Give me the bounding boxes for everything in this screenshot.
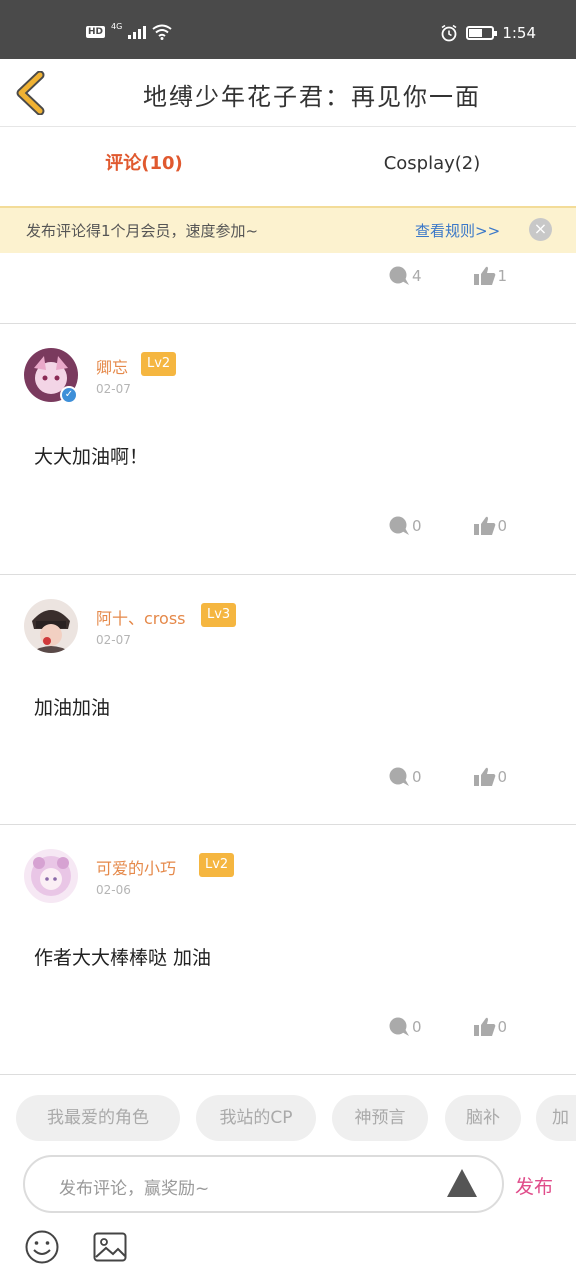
tag-chip[interactable]: 加 — [536, 1095, 576, 1141]
avatar[interactable] — [24, 849, 78, 903]
triangle-icon[interactable] — [447, 1169, 477, 1197]
comment-bubble-icon — [389, 1017, 409, 1036]
reply-button[interactable]: 0 — [388, 767, 422, 787]
tag-chip[interactable]: 脑补 — [445, 1095, 521, 1141]
tab-cosplay[interactable]: Cosplay(2) — [288, 127, 576, 206]
notice-text: 发布评论得1个月会员，速度参加~ — [26, 222, 259, 240]
title-bar: 地缚少年花子君：再见你一面 — [0, 59, 576, 127]
level-badge: Lv2 — [199, 853, 235, 877]
tag-chip[interactable]: 我最爱的角色 — [16, 1095, 180, 1141]
tag-chip[interactable]: 我站的CP — [196, 1095, 316, 1141]
username[interactable]: 阿十、cross — [96, 605, 186, 629]
avatar[interactable] — [24, 599, 78, 653]
like-button[interactable]: 0 — [473, 767, 508, 787]
thumbs-up-icon — [473, 767, 495, 786]
comment-text: 大大加油啊！ — [34, 446, 149, 468]
like-button[interactable]: 0 — [473, 516, 508, 536]
emoji-button[interactable] — [25, 1230, 59, 1264]
comment-item: ✓ 卿忘 Lv2 02-07 大大加油啊！ 0 0 — [0, 324, 576, 574]
reply-button[interactable]: 0 — [388, 516, 422, 536]
comment-bubble-icon — [389, 767, 409, 786]
battery-icon — [466, 26, 498, 40]
thumbs-up-icon — [473, 266, 495, 285]
username[interactable]: 可爱的小巧 — [96, 855, 176, 879]
comment-actions: 0 0 — [388, 765, 507, 789]
tag-chip[interactable]: 神预言 — [332, 1095, 428, 1141]
tab-bar: 评论(10) Cosplay(2) — [0, 127, 576, 206]
reply-count: 0 — [412, 768, 422, 786]
image-icon — [93, 1232, 127, 1262]
verified-badge-icon: ✓ — [60, 386, 78, 404]
page-title: 地缚少年花子君：再见你一面 — [143, 83, 481, 111]
image-button[interactable] — [93, 1232, 127, 1262]
like-count: 0 — [497, 768, 508, 786]
comment-item: 可爱的小巧 Lv2 02-06 作者大大棒棒哒 加油 0 0 — [0, 825, 576, 1075]
comment-actions: 0 0 — [388, 514, 507, 538]
comment-actions: 4 1 — [388, 264, 507, 288]
level-badge: Lv3 — [201, 603, 237, 627]
like-button[interactable]: 0 — [473, 1017, 508, 1037]
chevron-left-icon — [16, 70, 45, 116]
comment-input-placeholder: 发布评论，赢奖励~ — [59, 1179, 210, 1199]
thumbs-up-icon — [473, 516, 495, 535]
comment-bubble-icon — [389, 516, 409, 535]
reply-button[interactable]: 0 — [388, 1017, 422, 1037]
signal-icon — [128, 25, 147, 39]
comment-date: 02-07 — [96, 382, 131, 396]
notice-banner: 发布评论得1个月会员，速度参加~ 查看规则>> × — [0, 206, 576, 253]
hd-badge: HD — [86, 26, 106, 38]
comment-bubble-icon — [389, 266, 409, 285]
smiley-icon — [25, 1230, 59, 1264]
like-count: 0 — [497, 517, 508, 535]
comment-input[interactable]: 发布评论，赢奖励~ — [23, 1155, 504, 1213]
comment-date: 02-06 — [96, 883, 131, 897]
comment-item: 阿十、cross Lv3 02-07 加油加油 0 0 — [0, 575, 576, 825]
divider — [0, 1074, 576, 1075]
alarm-icon — [441, 24, 457, 42]
like-count: 1 — [497, 267, 508, 285]
wifi-icon — [152, 24, 172, 40]
publish-button[interactable]: 发布 — [515, 1172, 553, 1199]
comment-text: 作者大大棒棒哒 加油 — [34, 947, 212, 969]
tab-comments[interactable]: 评论(10) — [0, 127, 288, 206]
quick-tag-row: 我最爱的角色 我站的CP 神预言 脑补 加 — [0, 1095, 576, 1141]
back-button[interactable] — [14, 70, 48, 116]
level-badge: Lv2 — [141, 352, 177, 376]
close-icon[interactable]: × — [529, 218, 552, 241]
network-type: 4G — [111, 21, 123, 31]
clock: 1:54 — [502, 24, 536, 42]
status-bar: HD 4G 1:54 — [0, 0, 576, 59]
like-button[interactable]: 1 — [473, 266, 508, 286]
username[interactable]: 卿忘 — [96, 354, 128, 378]
thumbs-up-icon — [473, 1017, 495, 1036]
reply-button[interactable]: 4 — [388, 266, 422, 286]
like-count: 0 — [497, 1018, 508, 1036]
comment-date: 02-07 — [96, 633, 131, 647]
reply-count: 0 — [412, 517, 422, 535]
reply-count: 0 — [412, 1018, 422, 1036]
view-rules-link[interactable]: 查看规则>> — [415, 220, 500, 241]
comment-text: 加油加油 — [34, 697, 111, 719]
comment-actions: 0 0 — [388, 1015, 507, 1039]
reply-count: 4 — [412, 267, 422, 285]
